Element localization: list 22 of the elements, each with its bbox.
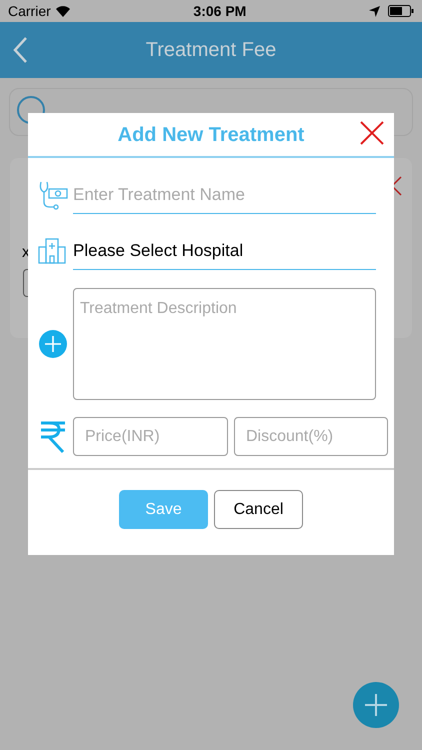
discount-field[interactable]: Discount(%) (234, 417, 388, 456)
screen-title: Treatment Fee (146, 38, 276, 63)
stethoscope-icon (38, 180, 68, 210)
rupee-icon (39, 420, 67, 454)
cancel-button[interactable]: Cancel (214, 490, 303, 529)
status-time: 3:06 PM (193, 2, 246, 20)
save-button[interactable]: Save (119, 490, 208, 529)
add-button[interactable] (353, 682, 399, 728)
location-icon (368, 6, 380, 16)
plus-icon (364, 693, 388, 717)
wifi-icon (54, 5, 71, 17)
close-icon[interactable] (360, 121, 384, 145)
treatment-name-field[interactable]: Enter Treatment Name (73, 176, 376, 214)
carrier-label: Carrier (8, 2, 51, 20)
hospital-icon (38, 237, 66, 265)
battery-icon (388, 5, 414, 17)
price-field[interactable]: Price(INR) (73, 417, 228, 456)
hospital-select[interactable]: Please Select Hospital (73, 232, 376, 270)
dialog-title: Add New Treatment (118, 122, 304, 148)
add-description-icon[interactable] (39, 330, 67, 358)
back-icon[interactable] (12, 36, 28, 64)
description-field[interactable]: Treatment Description (73, 288, 376, 400)
